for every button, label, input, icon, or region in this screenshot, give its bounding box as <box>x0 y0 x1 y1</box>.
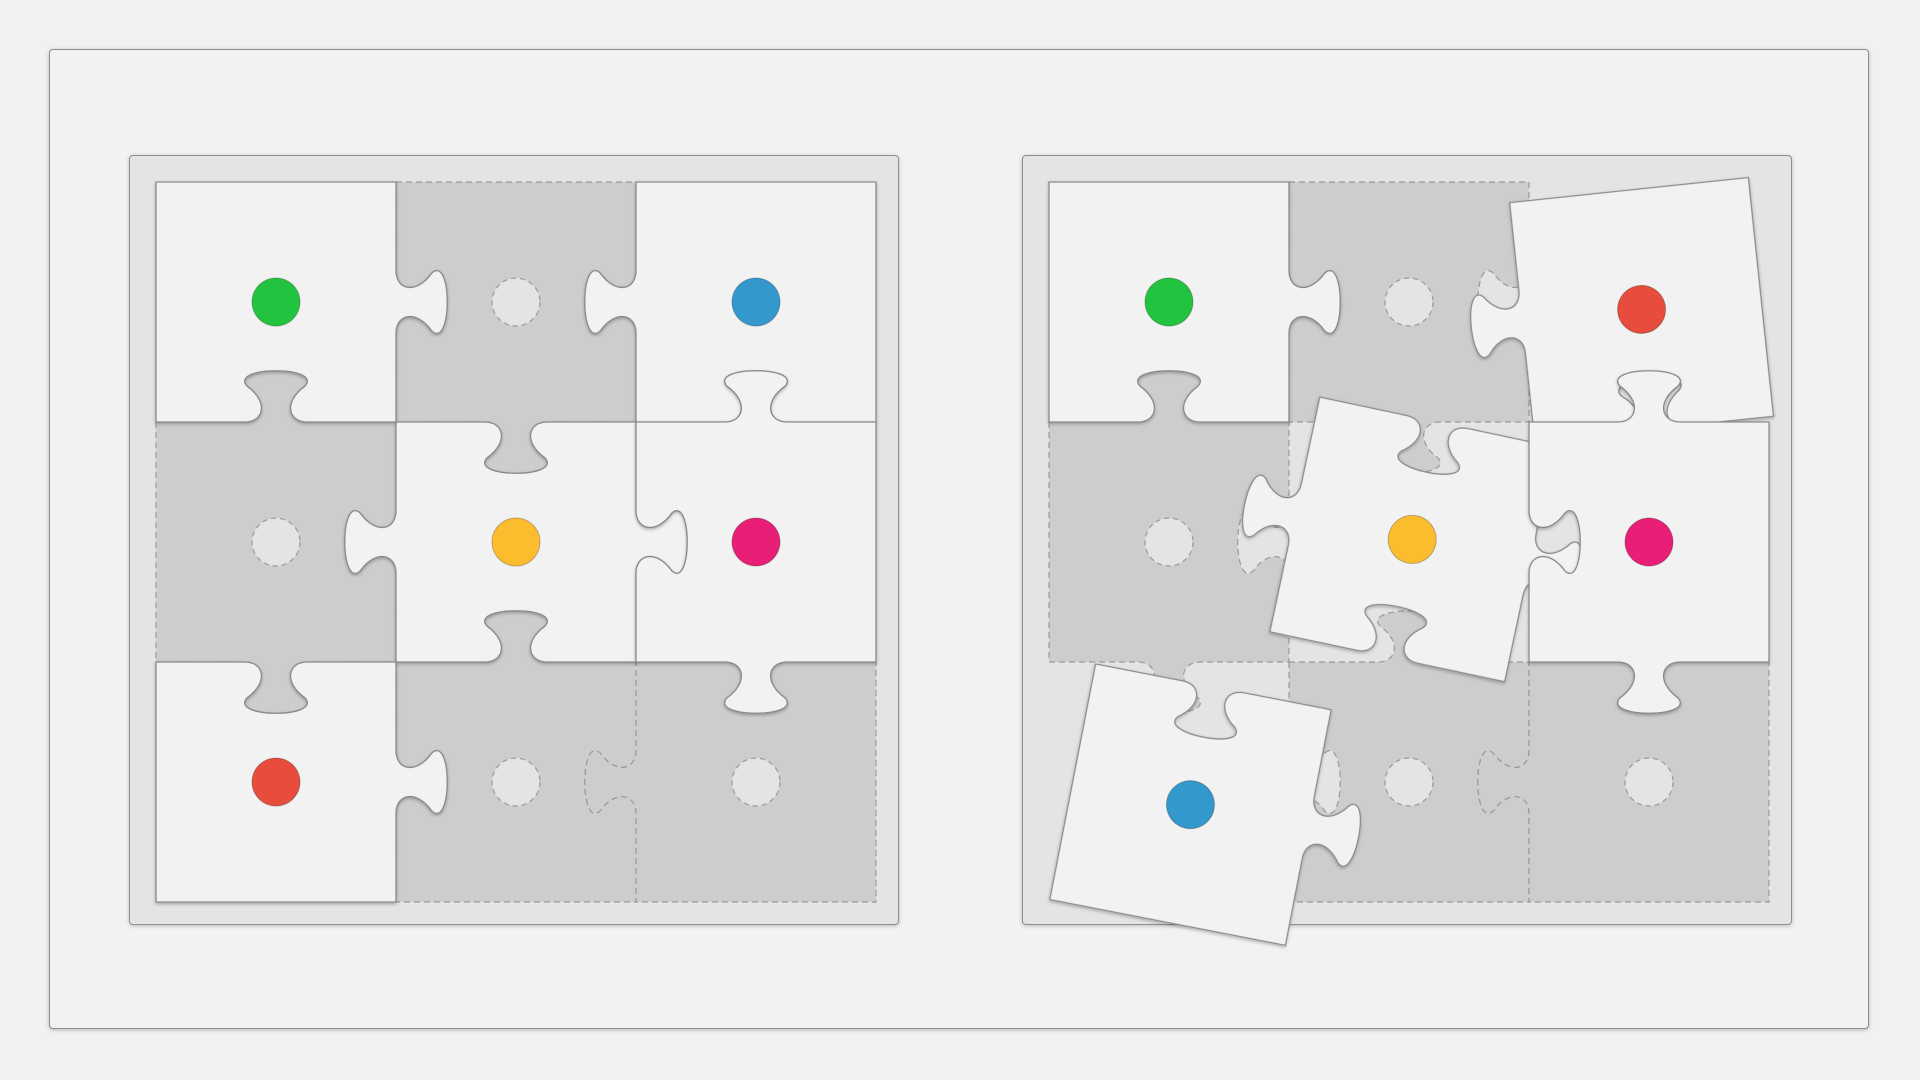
pink-marker-dot <box>731 517 781 567</box>
slot-hole <box>1624 757 1674 807</box>
yellow-marker-dot <box>491 517 541 567</box>
green-marker-dot <box>1144 277 1194 327</box>
slot-hole <box>731 757 781 807</box>
puzzle-piece-pink[interactable] <box>1528 370 1770 714</box>
red-marker-dot <box>251 757 301 807</box>
puzzle-board-right <box>1022 155 1792 947</box>
slot-hole <box>491 277 541 327</box>
slot-hole <box>1384 277 1434 327</box>
puzzle-grid-left <box>155 181 877 903</box>
slot-hole <box>1384 757 1434 807</box>
slot-hole <box>1144 517 1194 567</box>
pink-marker-dot <box>1624 517 1674 567</box>
puzzle-grid-right <box>1048 176 1775 947</box>
slot-hole <box>251 517 301 567</box>
puzzle-board-left <box>129 155 899 925</box>
slot-hole <box>491 757 541 807</box>
green-marker-dot <box>251 277 301 327</box>
blue-marker-dot <box>731 277 781 327</box>
